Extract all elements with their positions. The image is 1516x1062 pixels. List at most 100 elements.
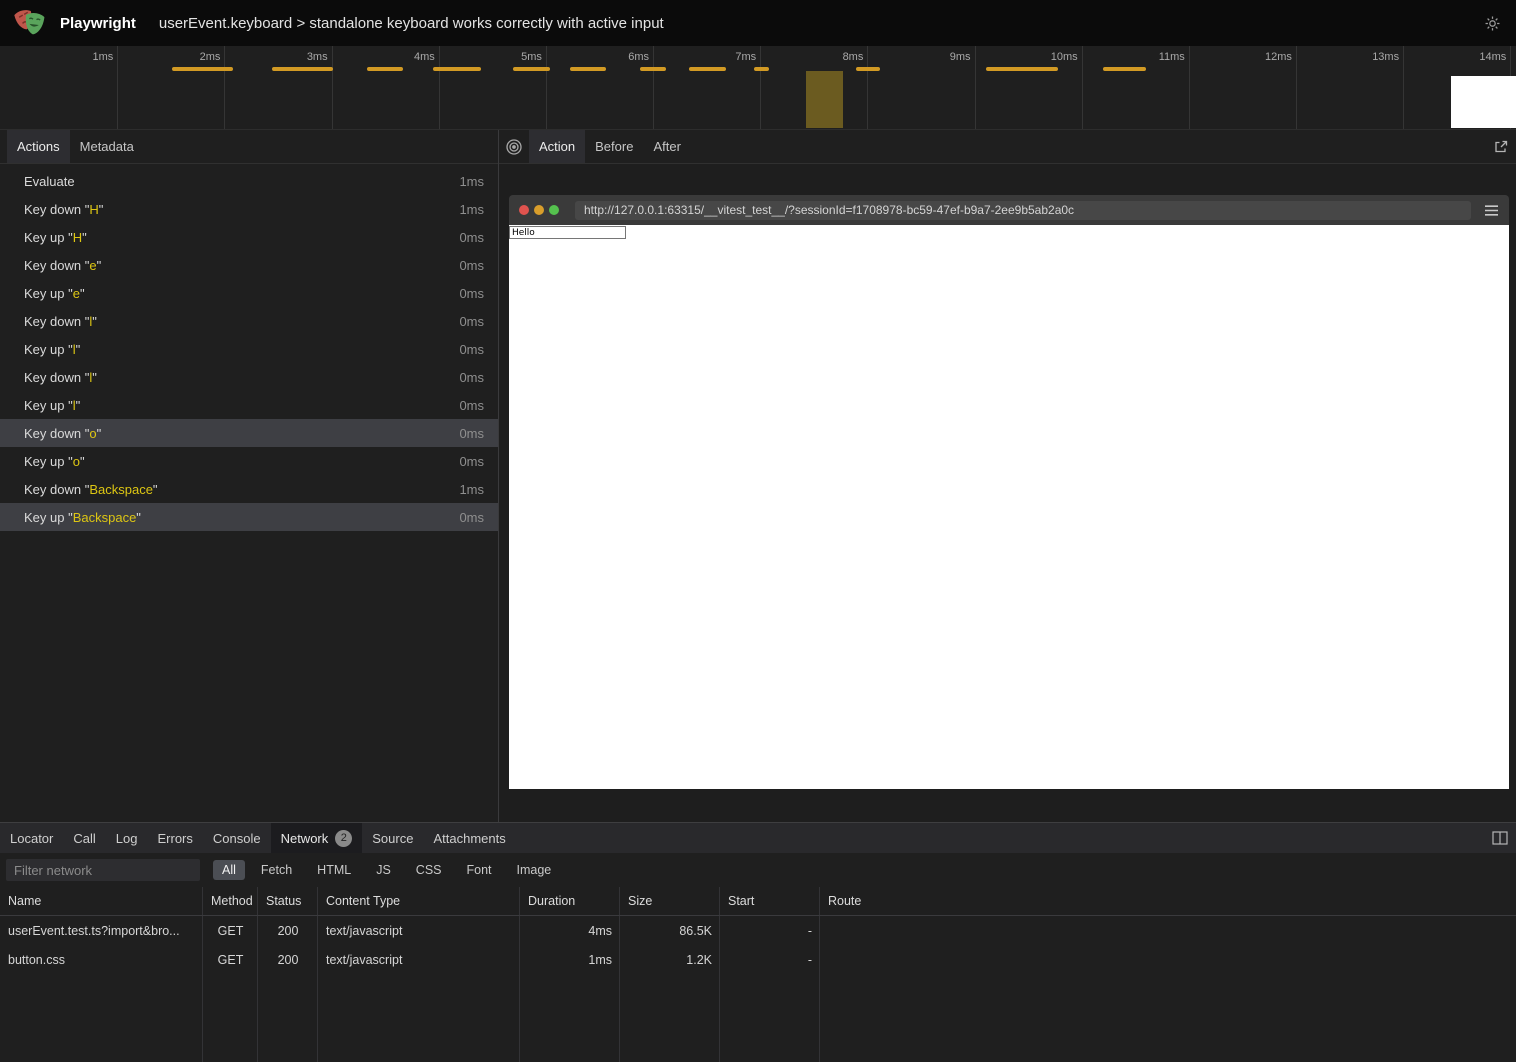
browser-window: http://127.0.0.1:63315/__vitest_test__/?… xyxy=(509,195,1509,789)
bottom-tab-attachments[interactable]: Attachments xyxy=(423,823,515,853)
bottom-tab-log[interactable]: Log xyxy=(106,823,148,853)
filter-chip-html[interactable]: HTML xyxy=(308,860,360,880)
filter-chip-image[interactable]: Image xyxy=(508,860,561,880)
action-title: Key up "e" xyxy=(24,286,85,301)
action-row[interactable]: Key down "o"0ms xyxy=(0,419,498,447)
cell-size: 1.2K xyxy=(620,953,720,967)
cell-method: GET xyxy=(203,953,258,967)
action-title: Evaluate xyxy=(24,174,75,189)
action-duration: 0ms xyxy=(459,286,484,301)
snapshot-area: http://127.0.0.1:63315/__vitest_test__/?… xyxy=(499,164,1516,822)
action-duration: 1ms xyxy=(459,174,484,189)
action-key-value: Backspace xyxy=(89,482,153,497)
action-title: Key down "l" xyxy=(24,314,97,329)
bottom-tab-locator[interactable]: Locator xyxy=(0,823,63,853)
filter-chip-font[interactable]: Font xyxy=(458,860,501,880)
tab-action[interactable]: Action xyxy=(529,130,585,163)
network-request-row[interactable]: button.cssGET200text/javascript1ms1.2K- xyxy=(0,945,1516,974)
action-duration: 1ms xyxy=(459,482,484,497)
bottom-tab-label: Locator xyxy=(10,831,53,846)
traffic-light-green xyxy=(549,205,559,215)
column-header-size[interactable]: Size xyxy=(620,894,720,908)
bottom-tab-label: Attachments xyxy=(433,831,505,846)
page-text-input[interactable] xyxy=(509,226,626,239)
cell-status: 200 xyxy=(258,924,318,938)
snapshot-tabs: ActionBeforeAfter xyxy=(529,130,691,163)
pick-locator-button[interactable] xyxy=(499,130,529,163)
action-row[interactable]: Key down "l" 0ms xyxy=(0,363,498,391)
action-row[interactable]: Key up "o"0ms xyxy=(0,447,498,475)
bottom-tab-call[interactable]: Call xyxy=(63,823,105,853)
timeline-action-bar xyxy=(1103,67,1146,71)
tab-metadata[interactable]: Metadata xyxy=(70,130,144,163)
column-header-route[interactable]: Route xyxy=(820,894,1516,908)
main-area: ActionsMetadata Evaluate 1ms Key down "H"1… xyxy=(0,130,1516,822)
open-snapshot-button[interactable] xyxy=(1486,130,1516,163)
cell-name: button.css xyxy=(0,953,203,967)
filter-chip-js[interactable]: JS xyxy=(367,860,400,880)
bottom-tab-console[interactable]: Console xyxy=(203,823,271,853)
action-duration: 0ms xyxy=(459,510,484,525)
action-row[interactable]: Key down "H"1ms xyxy=(0,195,498,223)
action-row[interactable]: Evaluate 1ms xyxy=(0,167,498,195)
bottom-tab-label: Source xyxy=(372,831,413,846)
action-row[interactable]: Key up "Backspace"0ms xyxy=(0,503,498,531)
action-title: Key down "Backspace" xyxy=(24,482,158,497)
action-key-value: o xyxy=(73,454,80,469)
action-row[interactable]: Key up "e" 0ms xyxy=(0,279,498,307)
action-row[interactable]: Key down "Backspace" 1ms xyxy=(0,475,498,503)
column-header-method[interactable]: Method xyxy=(203,894,258,908)
timeline[interactable]: 1ms2ms3ms4ms5ms6ms7ms8ms9ms10ms11ms12ms1… xyxy=(0,46,1516,130)
bottom-panel: Locator CallLogErrorsConsoleNetwork2 Sourc… xyxy=(0,822,1516,1062)
action-key-value: e xyxy=(89,258,96,273)
settings-button[interactable] xyxy=(1479,10,1505,36)
bottom-tab-network[interactable]: Network2 xyxy=(271,823,363,853)
action-key-value: H xyxy=(89,202,98,217)
timeline-gridline xyxy=(1082,46,1083,129)
action-title: Key down "l" xyxy=(24,370,97,385)
cell-name: userEvent.test.ts?import&bro... xyxy=(0,924,203,938)
timeline-action-bar xyxy=(367,67,403,71)
action-row[interactable]: Key up "H"0ms xyxy=(0,223,498,251)
column-header-content-type[interactable]: Content Type xyxy=(318,894,520,908)
column-header-status[interactable]: Status xyxy=(258,894,318,908)
external-link-icon xyxy=(1493,139,1509,155)
action-row[interactable]: Key up "l"0ms xyxy=(0,391,498,419)
app-header: Playwright userEvent.keyboard > standalo… xyxy=(0,0,1516,46)
timeline-action-bar xyxy=(640,67,666,71)
timeline-tick-label: 8ms xyxy=(779,51,863,63)
timeline-tick-label: 13ms xyxy=(1315,51,1399,63)
network-request-row[interactable]: userEvent.test.ts?import&bro...GET200tex… xyxy=(0,916,1516,945)
tab-after[interactable]: After xyxy=(643,130,690,163)
column-header-start[interactable]: Start xyxy=(720,894,820,908)
actions-tabbar: ActionsMetadata xyxy=(0,130,498,164)
action-key-value: l xyxy=(89,314,92,329)
action-row[interactable]: Key up "l"0ms xyxy=(0,335,498,363)
snapshot-page xyxy=(509,225,1509,789)
cell-method: GET xyxy=(203,924,258,938)
bottom-tab-errors[interactable]: Errors xyxy=(147,823,202,853)
action-row[interactable]: Key down "e"0ms xyxy=(0,251,498,279)
timeline-gridline xyxy=(975,46,976,129)
bottom-tab-source[interactable]: Source xyxy=(362,823,423,853)
action-duration: 0ms xyxy=(459,370,484,385)
timeline-tick-label: 11ms xyxy=(1101,51,1185,63)
filter-chip-all[interactable]: All xyxy=(213,860,245,880)
filter-network-input[interactable] xyxy=(6,859,200,881)
filter-chip-css[interactable]: CSS xyxy=(407,860,451,880)
timeline-tick-label: 4ms xyxy=(351,51,435,63)
column-header-name[interactable]: Name xyxy=(0,894,203,908)
filter-chip-fetch[interactable]: Fetch xyxy=(252,860,301,880)
browser-chrome: http://127.0.0.1:63315/__vitest_test__/?… xyxy=(509,195,1509,225)
action-key-value: o xyxy=(89,426,96,441)
action-row[interactable]: Key down "l"0ms xyxy=(0,307,498,335)
timeline-gridline xyxy=(1296,46,1297,129)
cell-status: 200 xyxy=(258,953,318,967)
column-header-duration[interactable]: Duration xyxy=(520,894,620,908)
action-title: Key down "o" xyxy=(24,426,101,441)
tab-before[interactable]: Before xyxy=(585,130,643,163)
toggle-columns-button[interactable] xyxy=(1484,823,1516,853)
tab-actions[interactable]: Actions xyxy=(7,130,70,163)
timeline-tick-label: 1ms xyxy=(29,51,113,63)
timeline-tick-label: 2ms xyxy=(136,51,220,63)
